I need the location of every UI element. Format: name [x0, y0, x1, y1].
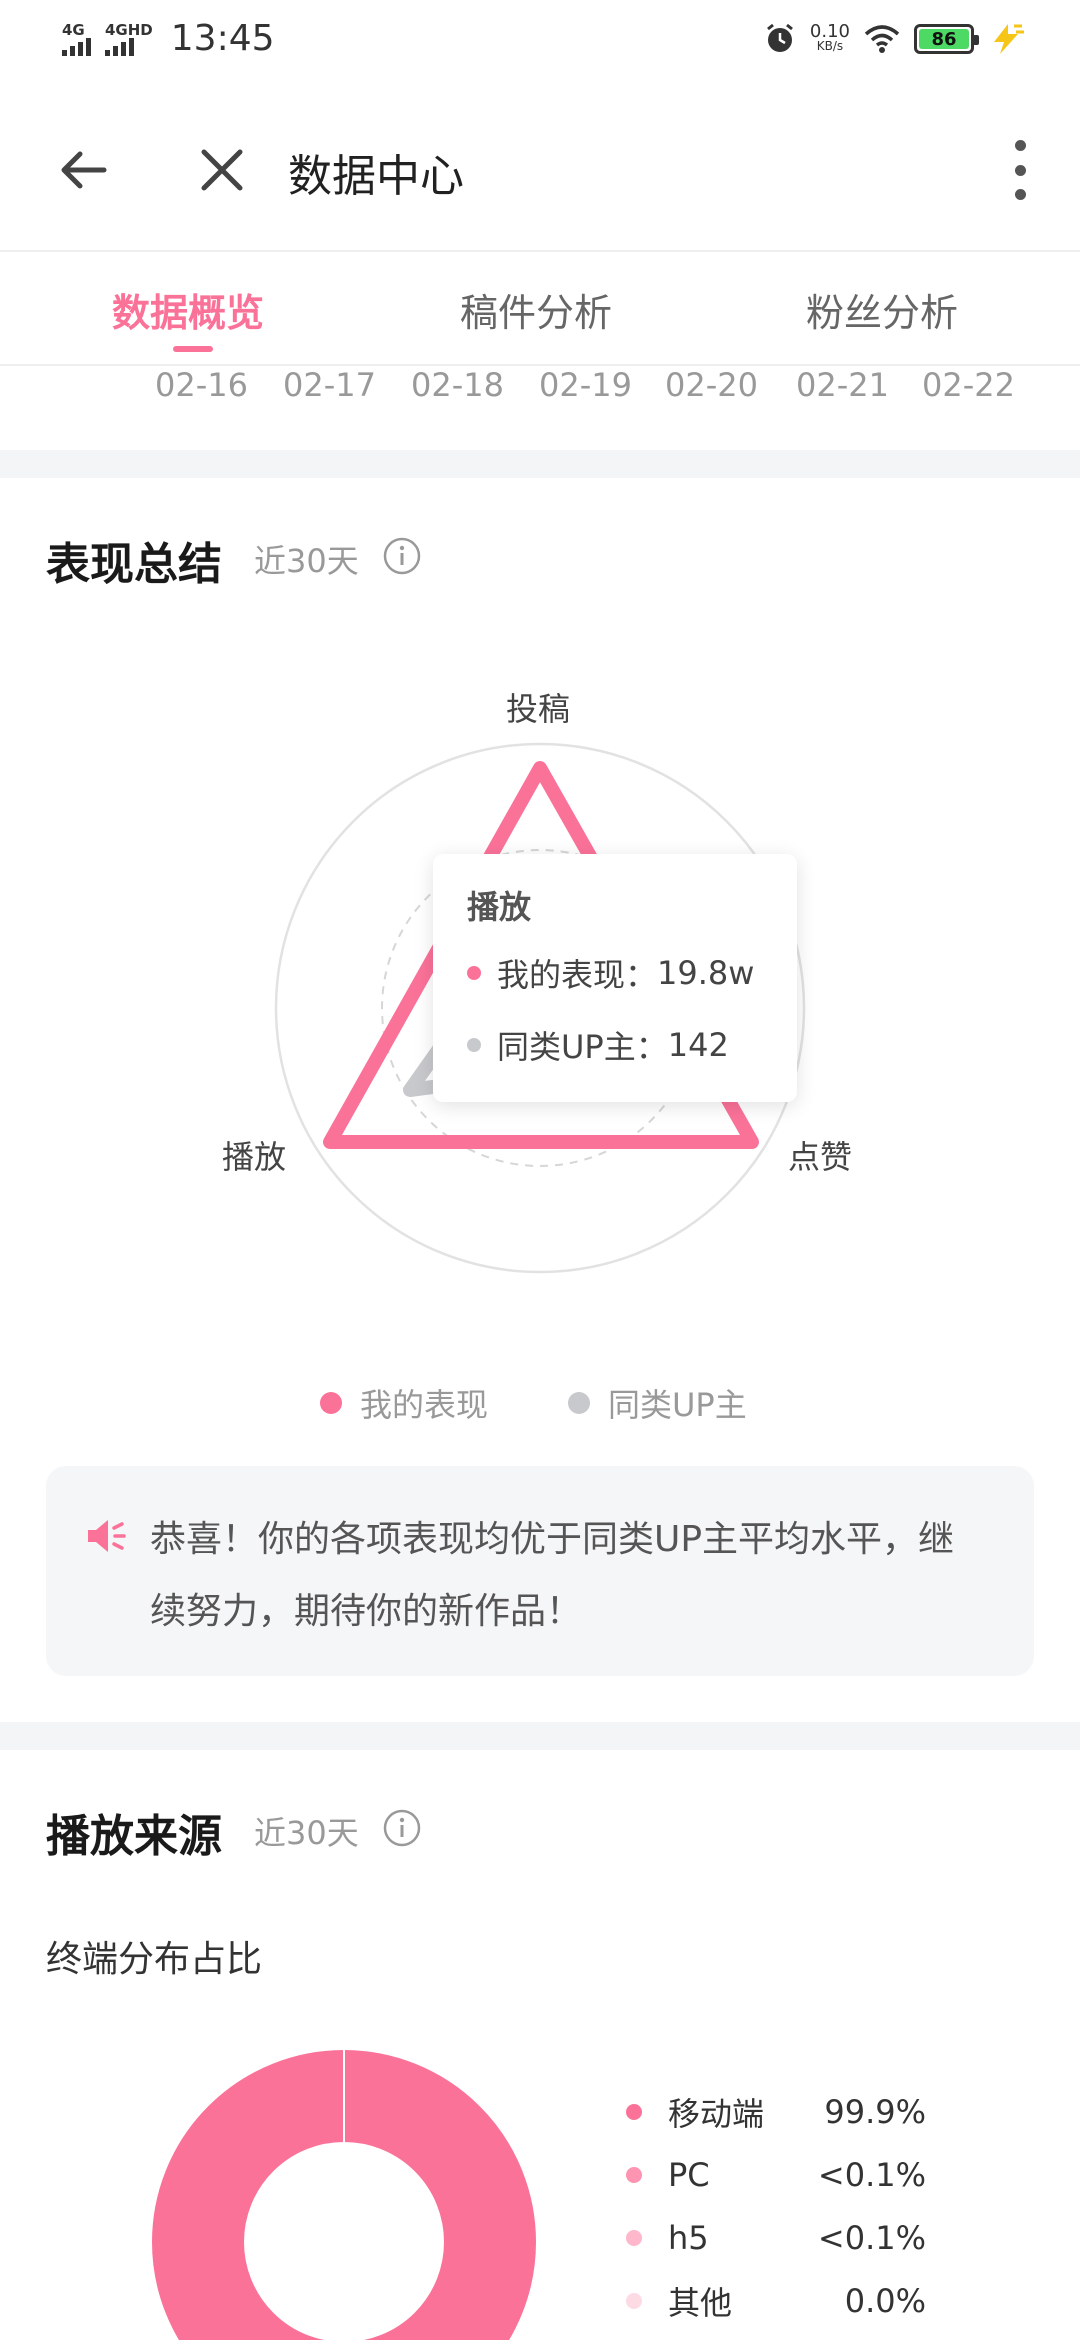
tooltip-title: 播放	[467, 888, 532, 926]
signal-icon: 4G	[62, 22, 91, 56]
legend-dot	[467, 1038, 481, 1052]
date-label: 02-20	[665, 366, 758, 404]
terminal-share: 0.0%	[844, 2282, 926, 2320]
terminal-name: h5	[668, 2219, 709, 2257]
chart-tooltip: 播放 我的表现： 19.8w 同类UP主： 142	[433, 854, 797, 1102]
alarm-icon	[766, 23, 793, 52]
tooltip-row-peer: 同类UP主： 142	[467, 1022, 729, 1068]
performance-period: 近30天	[254, 542, 359, 580]
tab-data-overview[interactable]: 数据概览	[112, 282, 264, 337]
tab-indicator	[173, 346, 213, 352]
status-bar: 4G 4GHD 13:45 0.10 KB/s 86	[0, 0, 1080, 84]
signal-label: 4G	[62, 20, 85, 39]
info-icon[interactable]	[382, 1808, 422, 1848]
tooltip-mine-label: 我的表现：	[497, 956, 658, 994]
terminal-share: <0.1%	[817, 2156, 926, 2194]
list-item: 移动端 99.9%	[626, 2090, 926, 2134]
terminal-distribution-title: 终端分布占比	[46, 1939, 263, 1980]
date-label: 02-17	[283, 366, 376, 404]
status-right: 0.10 KB/s 86	[764, 22, 1024, 56]
section-divider	[0, 1722, 1080, 1750]
tooltip-mine-value: 19.8w	[657, 954, 755, 992]
charging-icon	[994, 24, 1024, 54]
signal-icon: 4GHD	[105, 22, 153, 56]
list-item: PC <0.1%	[626, 2153, 926, 2197]
page-title: 数据中心	[288, 151, 464, 202]
legend-dot	[568, 1392, 590, 1414]
tab-bar: 数据概览 稿件分析 粉丝分析	[0, 254, 1080, 366]
play-source-title: 播放来源	[46, 1811, 222, 1862]
date-label: 02-18	[411, 366, 504, 404]
legend-dot	[467, 966, 481, 980]
megaphone-icon	[88, 1520, 126, 1552]
network-speed-value: 0.10	[809, 21, 850, 42]
battery-level: 86	[919, 29, 969, 50]
back-arrow-icon[interactable]	[52, 138, 116, 202]
date-axis: 02-16 02-17 02-18 02-19 02-20 02-21 02-2…	[0, 366, 1080, 450]
info-icon[interactable]	[382, 536, 422, 576]
terminal-donut-chart	[152, 2050, 536, 2340]
legend-dot	[626, 2230, 642, 2246]
tooltip-peer-label: 同类UP主：	[497, 1028, 668, 1066]
status-left: 4G 4GHD 13:45	[62, 18, 275, 59]
legend-dot	[626, 2104, 642, 2120]
legend-dot	[626, 2167, 642, 2183]
legend-item-mine[interactable]: 我的表现	[320, 1380, 488, 1426]
wifi-icon	[864, 25, 900, 53]
battery-icon: 86	[914, 24, 979, 54]
legend-label: 我的表现	[360, 1386, 489, 1424]
section-divider	[0, 450, 1080, 478]
play-source-period: 近30天	[254, 1814, 359, 1852]
terminal-share: 99.9%	[824, 2093, 926, 2131]
app-bar: 数据中心	[0, 84, 1080, 252]
legend-dot	[320, 1392, 342, 1414]
performance-title: 表现总结	[46, 539, 222, 590]
tooltip-row-mine: 我的表现： 19.8w	[467, 950, 754, 996]
more-options-icon[interactable]	[1004, 140, 1036, 200]
legend-dot	[626, 2293, 642, 2309]
date-label: 02-16	[155, 366, 248, 404]
tooltip-peer-value: 142	[667, 1026, 729, 1064]
notice-text: 恭喜！你的各项表现均优于同类UP主平均水平，继续努力，期待你的新作品！	[150, 1519, 955, 1632]
list-item: h5 <0.1%	[626, 2216, 926, 2260]
radar-axis-label: 播放	[222, 1138, 287, 1176]
status-time: 13:45	[170, 18, 275, 59]
notice-box: 恭喜！你的各项表现均优于同类UP主平均水平，继续努力，期待你的新作品！	[46, 1466, 1034, 1676]
list-item: 其他 0.0%	[626, 2279, 926, 2323]
close-icon[interactable]	[190, 138, 254, 202]
terminal-name: PC	[668, 2156, 710, 2194]
network-speed: 0.10 KB/s	[809, 21, 850, 54]
legend-label: 同类UP主	[608, 1386, 747, 1424]
radar-axis-label: 投稿	[506, 690, 571, 728]
date-label: 02-22	[922, 366, 1015, 404]
signal-label: 4GHD	[105, 20, 153, 39]
terminal-share: <0.1%	[817, 2219, 926, 2257]
terminal-name: 其他	[668, 2284, 733, 2322]
tab-fans-analysis[interactable]: 粉丝分析	[806, 282, 958, 337]
date-label: 02-19	[539, 366, 632, 404]
radar-axis-label: 点赞	[788, 1138, 853, 1176]
date-label: 02-21	[796, 366, 889, 404]
tab-content-analysis[interactable]: 稿件分析	[460, 282, 612, 337]
network-speed-unit: KB/s	[816, 39, 844, 53]
terminal-name: 移动端	[668, 2095, 765, 2133]
legend-item-peer[interactable]: 同类UP主	[568, 1380, 747, 1426]
